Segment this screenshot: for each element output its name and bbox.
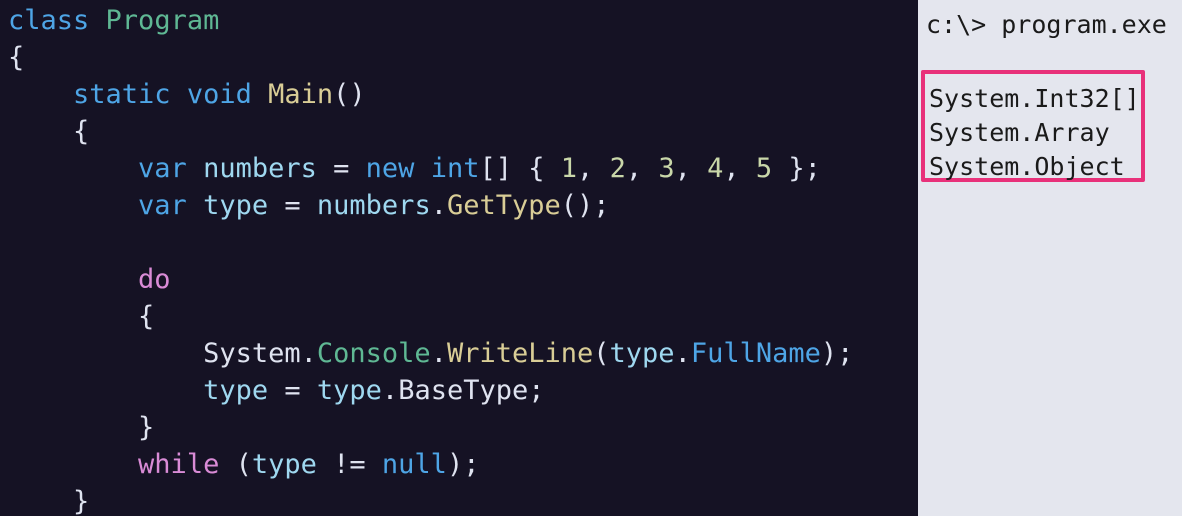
code-token: numbers <box>316 190 431 221</box>
code-line: System.Console.WriteLine(type.FullName); <box>8 335 853 372</box>
code-token: ; <box>528 375 545 406</box>
code-token: != <box>316 449 382 480</box>
code-token: , <box>674 153 708 184</box>
code-token: , <box>723 153 756 184</box>
code-token: (); <box>560 190 610 221</box>
code-token: }; <box>772 153 821 184</box>
code-token: } <box>138 412 155 443</box>
code-token: ( <box>593 338 610 369</box>
code-token: int <box>430 153 480 184</box>
code-token: type <box>203 190 269 221</box>
console-prompt: c:\> program.exe <box>926 10 1167 39</box>
code-token: = <box>268 375 317 406</box>
app-window: class Program{ static void Main() { var … <box>0 0 1182 516</box>
code-token: type <box>251 449 317 480</box>
code-token: while <box>138 449 220 480</box>
code-token: type <box>203 375 269 406</box>
code-token: ); <box>820 338 854 369</box>
code-token: static <box>73 79 171 110</box>
code-token: type <box>609 338 675 369</box>
code-token: Program <box>105 5 220 36</box>
code-token: GetType <box>446 190 561 221</box>
code-token: . <box>300 338 317 369</box>
code-token: var <box>138 153 187 184</box>
code-token: . <box>430 338 447 369</box>
code-token: { <box>8 42 25 73</box>
code-line: class Program <box>8 2 219 39</box>
code-token: 2 <box>609 153 626 184</box>
code-token: 5 <box>755 153 773 184</box>
code-token: new <box>365 153 415 184</box>
code-line: var numbers = new int[] { 1, 2, 3, 4, 5 … <box>8 150 821 187</box>
code-token: Console <box>316 338 431 369</box>
code-token: = <box>316 153 366 184</box>
console-output-line: System.Object <box>929 152 1125 181</box>
code-line: do <box>8 261 171 298</box>
code-token: do <box>138 264 171 295</box>
code-line: { <box>8 113 89 150</box>
code-line: { <box>8 39 24 76</box>
code-token: , <box>625 153 659 184</box>
code-line: type = type.BaseType; <box>8 372 545 409</box>
code-editor[interactable]: class Program{ static void Main() { var … <box>0 0 918 516</box>
console-panel: c:\> program.exe System.Int32[] System.A… <box>918 0 1182 516</box>
code-token: ( <box>219 449 252 480</box>
code-line: } <box>8 483 89 516</box>
console-output-line: System.Int32[] <box>929 84 1140 113</box>
code-token: 1 <box>560 153 578 184</box>
code-token: numbers <box>203 153 317 184</box>
code-line: while (type != null); <box>8 446 479 483</box>
code-token: } <box>73 486 90 516</box>
code-token: class <box>8 5 90 36</box>
code-line: } <box>8 409 154 446</box>
code-token: . <box>430 190 447 221</box>
code-token: type <box>316 375 382 406</box>
console-output-highlight: System.Int32[] System.Array System.Objec… <box>921 70 1145 182</box>
code-token: , <box>577 153 610 184</box>
code-token: . <box>674 338 691 369</box>
code-token: . <box>381 375 399 406</box>
code-token: { <box>138 301 155 332</box>
code-line: static void Main() <box>8 76 366 113</box>
code-token: 4 <box>707 153 724 184</box>
code-token: = <box>268 190 317 221</box>
code-token: null <box>381 449 447 480</box>
code-line: { <box>8 298 154 335</box>
code-token: ); <box>446 449 480 480</box>
code-token: var <box>138 190 187 221</box>
code-token: BaseType <box>398 375 529 406</box>
code-token: void <box>186 79 252 110</box>
code-line: var type = numbers.GetType(); <box>8 187 610 224</box>
code-token: [] { <box>479 153 561 184</box>
code-token: FullName <box>690 338 821 369</box>
console-output-line: System.Array <box>929 118 1110 147</box>
code-token: System <box>203 338 301 369</box>
code-token: WriteLine <box>446 338 594 369</box>
code-token: 3 <box>658 153 675 184</box>
code-token: { <box>73 116 90 147</box>
code-token: () <box>333 79 366 110</box>
code-token: Main <box>268 79 334 110</box>
